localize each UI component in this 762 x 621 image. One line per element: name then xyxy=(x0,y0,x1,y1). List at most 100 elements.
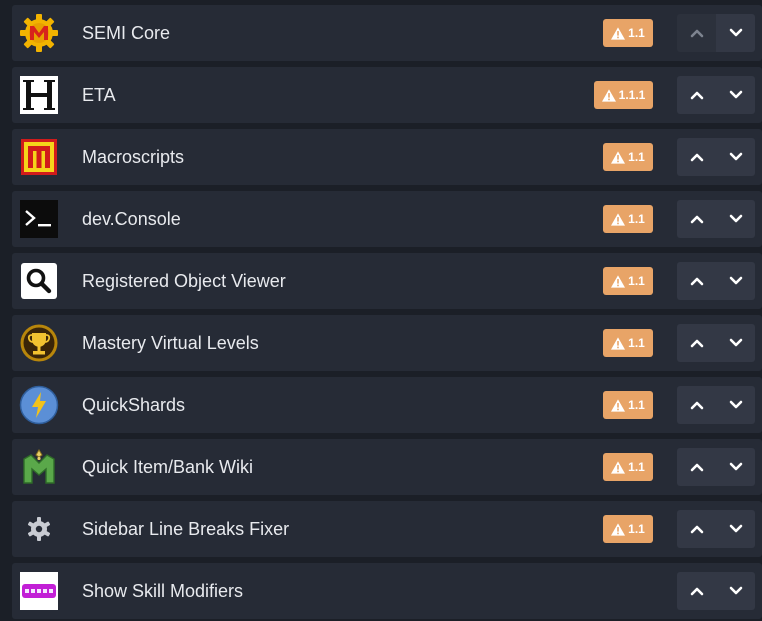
mod-name: Quick Item/Bank Wiki xyxy=(82,457,254,477)
gear-icon xyxy=(19,509,59,549)
move-up-button[interactable] xyxy=(677,448,716,486)
move-up-button[interactable] xyxy=(677,76,716,114)
chevron-up-icon xyxy=(690,277,703,286)
mod-name: dev.Console xyxy=(82,209,181,229)
move-up-button[interactable] xyxy=(677,138,716,176)
chevron-up-icon xyxy=(690,91,703,100)
warning-triangle-icon xyxy=(611,150,626,164)
version-warning-badge: 1.1 xyxy=(603,143,653,171)
lightning-icon xyxy=(19,385,59,425)
move-up-button[interactable] xyxy=(677,200,716,238)
chevron-down-icon xyxy=(729,90,742,99)
trophy-icon xyxy=(19,323,59,363)
order-buttons xyxy=(677,14,755,52)
mod-row-registered-object-viewer: Registered Object Viewer 1.1 xyxy=(12,253,762,309)
move-up-button[interactable] xyxy=(677,510,716,548)
warning-triangle-icon xyxy=(611,460,626,474)
chevron-up-icon xyxy=(690,401,703,410)
chevron-up-icon xyxy=(690,525,703,534)
mod-row-show-skill-modifiers: Show Skill Modifiers xyxy=(12,563,762,619)
badge-version: 1.1 xyxy=(628,336,645,350)
move-down-button[interactable] xyxy=(716,386,755,424)
warning-triangle-icon xyxy=(611,274,626,288)
chevron-up-icon xyxy=(690,215,703,224)
chevron-down-icon xyxy=(729,586,742,595)
version-warning-badge: 1.1 xyxy=(603,515,653,543)
move-down-button[interactable] xyxy=(716,510,755,548)
move-down-button[interactable] xyxy=(716,262,755,300)
move-up-button[interactable] xyxy=(677,324,716,362)
badge-version: 1.1 xyxy=(628,460,645,474)
mod-row-sidebar-line-breaks-fixer: Sidebar Line Breaks Fixer 1.1 xyxy=(12,501,762,557)
mod-name: ETA xyxy=(82,85,116,105)
badge-version: 1.1 xyxy=(628,522,645,536)
chevron-down-icon xyxy=(729,214,742,223)
warning-triangle-icon xyxy=(611,336,626,350)
badge-version: 1.1.1 xyxy=(618,88,646,102)
move-up-button[interactable] xyxy=(677,14,716,52)
chevron-down-icon xyxy=(729,462,742,471)
version-warning-badge: 1.1 xyxy=(603,205,653,233)
mod-name: SEMI Core xyxy=(82,23,171,43)
mod-name: Macroscripts xyxy=(82,147,185,167)
move-up-button[interactable] xyxy=(677,386,716,424)
chevron-up-icon xyxy=(690,463,703,472)
mod-row-quick-item-bank-wiki: Quick Item/Bank Wiki 1.1 xyxy=(12,439,762,495)
mod-row-semi-core: SEMI Core 1.1 xyxy=(12,5,762,61)
mod-row-macroscripts: Macroscripts 1.1 xyxy=(12,129,762,185)
order-buttons xyxy=(677,324,755,362)
badge-version: 1.1 xyxy=(628,212,645,226)
macroscripts-icon xyxy=(19,137,59,177)
order-buttons xyxy=(677,448,755,486)
move-up-button[interactable] xyxy=(677,572,716,610)
warning-triangle-icon xyxy=(611,212,626,226)
mod-list: SEMI Core 1.1 ETA 1.1.1 Macroscripts 1.1… xyxy=(0,0,762,621)
order-buttons xyxy=(677,138,755,176)
console-icon xyxy=(19,199,59,239)
move-down-button[interactable] xyxy=(716,138,755,176)
mod-name: Mastery Virtual Levels xyxy=(82,333,259,353)
move-up-button[interactable] xyxy=(677,262,716,300)
move-down-button[interactable] xyxy=(716,572,755,610)
chevron-down-icon xyxy=(729,276,742,285)
order-buttons xyxy=(677,200,755,238)
badge-version: 1.1 xyxy=(628,150,645,164)
mod-row-dev-console: dev.Console 1.1 xyxy=(12,191,762,247)
warning-triangle-icon xyxy=(611,26,626,40)
version-warning-badge: 1.1 xyxy=(603,329,653,357)
mod-row-quickshards: QuickShards 1.1 xyxy=(12,377,762,433)
chevron-up-icon xyxy=(690,587,703,596)
show-icon xyxy=(19,571,59,611)
mod-row-eta: ETA 1.1.1 xyxy=(12,67,762,123)
order-buttons xyxy=(677,262,755,300)
warning-triangle-icon xyxy=(611,398,626,412)
warning-triangle-icon xyxy=(611,522,626,536)
chevron-up-icon xyxy=(690,339,703,348)
version-warning-badge: 1.1 xyxy=(603,19,653,47)
chevron-down-icon xyxy=(729,28,742,37)
mod-name: Show Skill Modifiers xyxy=(82,581,244,601)
magnifier-icon xyxy=(19,261,59,301)
chevron-down-icon xyxy=(729,152,742,161)
move-down-button[interactable] xyxy=(716,14,755,52)
chevron-down-icon xyxy=(729,524,742,533)
chevron-up-icon xyxy=(690,29,703,38)
mod-name: QuickShards xyxy=(82,395,186,415)
chevron-up-icon xyxy=(690,153,703,162)
move-down-button[interactable] xyxy=(716,200,755,238)
chevron-down-icon xyxy=(729,338,742,347)
version-warning-badge: 1.1 xyxy=(603,267,653,295)
order-buttons xyxy=(677,76,755,114)
order-buttons xyxy=(677,572,755,610)
order-buttons xyxy=(677,386,755,424)
chevron-down-icon xyxy=(729,400,742,409)
move-down-button[interactable] xyxy=(716,324,755,362)
badge-version: 1.1 xyxy=(628,398,645,412)
move-down-button[interactable] xyxy=(716,76,755,114)
wiki-m-icon xyxy=(19,447,59,487)
mod-row-mastery-virtual-levels: Mastery Virtual Levels 1.1 xyxy=(12,315,762,371)
badge-version: 1.1 xyxy=(628,274,645,288)
version-warning-badge: 1.1 xyxy=(603,391,653,419)
warning-triangle-icon xyxy=(601,88,616,102)
move-down-button[interactable] xyxy=(716,448,755,486)
